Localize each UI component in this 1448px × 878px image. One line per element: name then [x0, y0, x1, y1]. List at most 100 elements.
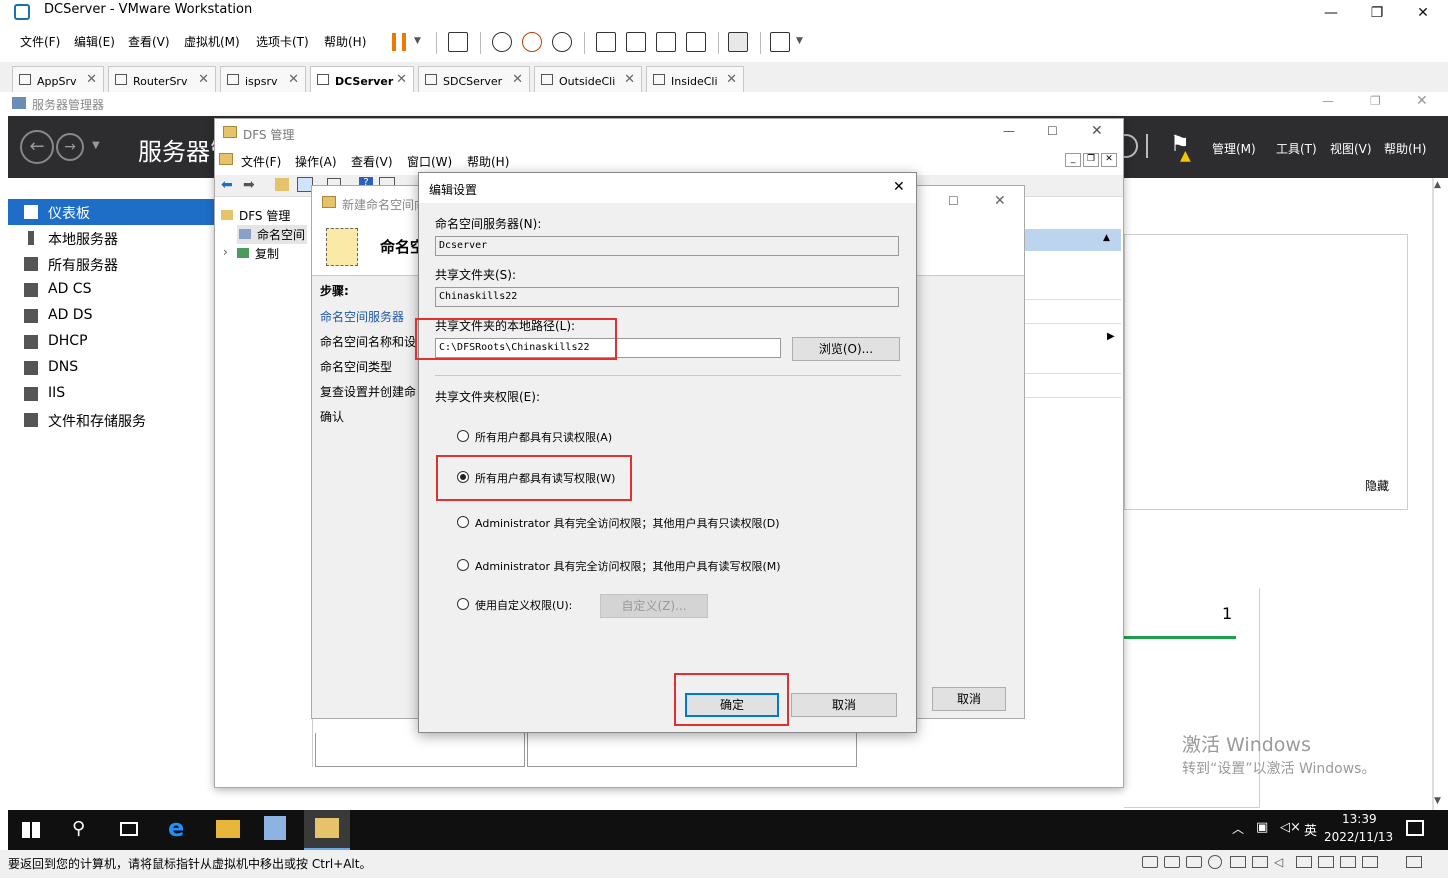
close-button[interactable]: ✕	[1400, 0, 1446, 28]
file-explorer-icon[interactable]	[216, 820, 240, 838]
browse-button[interactable]: 浏览(O)...	[792, 337, 900, 361]
collapse-icon[interactable]: ▲	[1103, 233, 1110, 243]
menu-file[interactable]: 文件(F)	[20, 33, 60, 50]
thumbnail-icon[interactable]	[626, 32, 646, 52]
fullscreen-icon[interactable]	[656, 32, 676, 52]
close-button[interactable]: ✕	[1416, 93, 1428, 109]
menu-edit[interactable]: 编辑(E)	[74, 33, 115, 50]
device-more-icon[interactable]	[1340, 856, 1356, 868]
menu-view[interactable]: 查看(V)	[351, 153, 393, 170]
menu-manage[interactable]: 管理(M)	[1212, 140, 1256, 157]
device-printer-icon[interactable]	[1296, 856, 1312, 868]
mdi-restore-button[interactable]: ❐	[1083, 153, 1099, 167]
menu-tabs[interactable]: 选项卡(T)	[256, 33, 309, 50]
snapshot-manager-icon[interactable]	[552, 32, 572, 52]
maximize-button[interactable]: ☐	[1047, 124, 1058, 138]
unity-icon[interactable]	[686, 32, 706, 52]
sidebar-item-dhcp[interactable]: DHCP	[8, 329, 214, 355]
cancel-button[interactable]: 取消	[791, 693, 897, 717]
tree-replication[interactable]: 复制	[237, 245, 279, 262]
windows-start-icon[interactable]	[22, 822, 40, 838]
radio-admin-full-others-read[interactable]: Administrator 具有完全访问权限；其他用户具有只读权限(D)	[457, 515, 780, 531]
menu-vm[interactable]: 虚拟机(M)	[184, 33, 240, 50]
scroll-up-icon[interactable]: ▲	[1434, 180, 1441, 190]
chevron-down-icon[interactable]: ▼	[414, 36, 421, 46]
tree-namespaces[interactable]: 命名空间	[237, 225, 308, 244]
minimize-button[interactable]: —	[1322, 94, 1334, 108]
device-hdd3-icon[interactable]	[1186, 856, 1202, 868]
device-hdd2-icon[interactable]	[1164, 856, 1180, 868]
menu-file[interactable]: 文件(F)	[241, 153, 281, 170]
message-icon[interactable]	[1406, 856, 1422, 868]
scroll-down-icon[interactable]: ▼	[1434, 796, 1441, 806]
radio-custom[interactable]: 使用自定义权限(U):	[457, 597, 572, 613]
volume-icon[interactable]: ◁×	[1280, 820, 1301, 835]
console-icon[interactable]	[728, 32, 748, 52]
send-ctrl-alt-del-icon[interactable]	[448, 32, 468, 52]
maximize-button[interactable]: ☐	[948, 194, 959, 208]
mdi-minimize-button[interactable]: _	[1065, 153, 1081, 167]
tree-dfs-root[interactable]: DFS 管理	[221, 207, 290, 224]
notifications-icon[interactable]	[1406, 820, 1424, 836]
device-cd-icon[interactable]	[1208, 855, 1222, 869]
hide-link[interactable]: 隐藏	[1365, 477, 1389, 494]
tree-expand-icon[interactable]: ›	[223, 245, 228, 259]
device-hdd-icon[interactable]	[1142, 856, 1158, 868]
close-icon[interactable]: ✕	[288, 72, 299, 87]
tab-appsrv[interactable]: AppSrv ✕	[12, 66, 104, 92]
edge-icon[interactable]: e	[168, 814, 192, 842]
forward-arrow-icon[interactable]: ➡	[243, 177, 255, 193]
sidebar-item-dns[interactable]: DNS	[8, 355, 214, 381]
snapshot-icon[interactable]	[492, 32, 512, 52]
sidebar-item-iis[interactable]: IIS	[8, 381, 214, 407]
tab-insidecli[interactable]: InsideCli ✕	[646, 66, 744, 92]
radio-read-only[interactable]: 所有用户都具有只读权限(A)	[457, 429, 612, 445]
scrollbar[interactable]	[1432, 178, 1434, 810]
menu-window[interactable]: 窗口(W)	[407, 153, 452, 170]
pause-icon[interactable]	[392, 33, 406, 51]
chevron-down-icon[interactable]: ▼	[796, 36, 803, 46]
menu-view[interactable]: 查看(V)	[128, 33, 170, 50]
back-icon[interactable]: ←	[20, 130, 54, 164]
close-icon[interactable]: ✕	[198, 72, 209, 87]
stretch-icon[interactable]	[770, 32, 790, 52]
mdi-close-button[interactable]: ✕	[1101, 153, 1117, 167]
tab-dcserver[interactable]: DCServer ✕	[310, 66, 414, 92]
restore-button[interactable]: ❐	[1370, 94, 1381, 108]
sidebar-item-file-storage[interactable]: 文件和存储服务	[8, 407, 214, 433]
menu-tools[interactable]: 工具(T)	[1276, 140, 1317, 157]
radio-admin-full-others-write[interactable]: Administrator 具有完全访问权限；其他用户具有读写权限(M)	[457, 558, 781, 574]
menu-help[interactable]: 帮助(H)	[467, 153, 509, 170]
clock-time[interactable]: 13:39	[1342, 812, 1377, 826]
sidebar-item-local-server[interactable]: 本地服务器	[8, 225, 214, 251]
tray-chevron-icon[interactable]: ︿	[1232, 820, 1244, 837]
tab-outsidecli[interactable]: OutsideCli ✕	[534, 66, 642, 92]
close-icon[interactable]: ✕	[396, 72, 407, 87]
server-manager-task-icon[interactable]	[264, 816, 286, 840]
close-icon[interactable]: ✕	[624, 72, 635, 87]
close-button[interactable]: ✕	[1091, 123, 1103, 139]
device-display-icon[interactable]	[1318, 856, 1334, 868]
minimize-button[interactable]: —	[1308, 0, 1354, 28]
search-icon[interactable]: ⚲	[72, 818, 96, 842]
minimize-button[interactable]: —	[1003, 124, 1015, 138]
back-arrow-icon[interactable]: ⬅	[221, 177, 233, 193]
task-view-icon[interactable]	[120, 822, 138, 836]
tab-ispsrv[interactable]: ispsrv ✕	[220, 66, 306, 92]
menu-help[interactable]: 帮助(H)	[324, 33, 366, 50]
close-icon[interactable]: ✕	[726, 72, 737, 87]
restore-button[interactable]: ❐	[1354, 0, 1400, 28]
chevron-down-icon[interactable]: ▼	[92, 140, 100, 151]
menu-help[interactable]: 帮助(H)	[1384, 140, 1426, 157]
wizard-cancel-button[interactable]: 取消	[932, 687, 1006, 711]
device-network-icon[interactable]	[1230, 856, 1246, 868]
sidebar-item-adcs[interactable]: AD CS	[8, 277, 214, 303]
tab-routersrv[interactable]: RouterSrv ✕	[108, 66, 216, 92]
submenu-arrow-icon[interactable]: ▶	[1107, 331, 1115, 342]
up-folder-icon[interactable]	[275, 178, 289, 191]
device-sound-icon[interactable]: ◁	[1274, 855, 1283, 869]
menu-action[interactable]: 操作(A)	[295, 153, 337, 170]
menu-view[interactable]: 视图(V)	[1330, 140, 1372, 157]
ime-indicator[interactable]: 英	[1304, 820, 1317, 839]
sidebar-toggle-icon[interactable]	[596, 32, 616, 52]
